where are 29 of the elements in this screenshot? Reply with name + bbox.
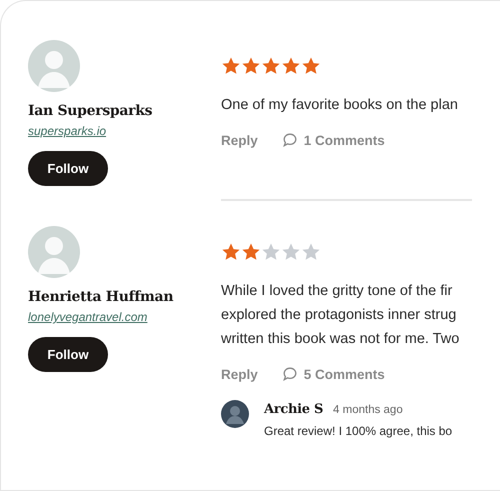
comments-link[interactable]: 5 Comments [282, 366, 385, 382]
reply-link[interactable]: Reply [221, 132, 258, 148]
review-text: One of my favorite books on the plan [221, 96, 459, 115]
filled-star-icon [221, 56, 241, 76]
website-link[interactable]: supersparks.io [28, 124, 106, 138]
follow-button[interactable]: Follow [28, 151, 108, 186]
avatar-placeholder [28, 40, 80, 92]
speech-bubble-icon [282, 366, 298, 382]
filled-star-icon [241, 242, 261, 262]
user-avatar-icon [221, 400, 249, 428]
commenter-name: Archie S [264, 402, 324, 417]
filled-star-icon [281, 56, 301, 76]
user-name: Henrietta Huffman [28, 289, 174, 305]
review-text: While I loved the gritty tone of the fir [221, 282, 454, 301]
comment-text: Great review! I 100% agree, this bo [264, 424, 452, 438]
review-text: explored the protagonists inner strug [221, 306, 458, 325]
filled-star-icon [301, 56, 321, 76]
review-text: written this book was not for me. Two [221, 330, 460, 349]
filled-star-icon [241, 56, 261, 76]
speech-bubble-icon [282, 132, 298, 148]
follow-button[interactable]: Follow [28, 337, 108, 372]
reply-link[interactable]: Reply [221, 366, 258, 382]
comments-link[interactable]: 1 Comments [282, 132, 385, 148]
comment-time: 4 months ago [333, 404, 403, 416]
user-name: Ian Supersparks [28, 103, 152, 119]
website-link[interactable]: lonelyvegantravel.com [28, 310, 148, 324]
filled-star-icon [221, 242, 241, 262]
avatar-placeholder [28, 226, 80, 278]
filled-star-icon [261, 56, 281, 76]
